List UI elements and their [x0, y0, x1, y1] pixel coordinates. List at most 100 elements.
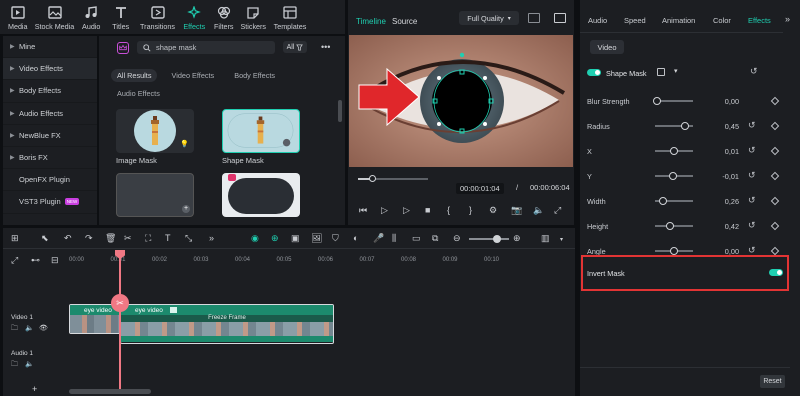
- timeline-grid-icon[interactable]: ▥: [541, 233, 550, 244]
- sidebar-item-newblue-fx[interactable]: ▶ NewBlue FX: [3, 125, 97, 147]
- video-clip-2[interactable]: eye video Freeze Frame: [120, 304, 334, 344]
- keyframe-diamond-icon[interactable]: [770, 221, 780, 231]
- keyframe-diamond-icon[interactable]: [770, 121, 780, 131]
- snapshot-image-icon[interactable]: [554, 13, 566, 23]
- library-scrollbar[interactable]: [338, 100, 342, 122]
- link-icon[interactable]: ⊷: [31, 255, 40, 266]
- sidebar-item-boris-fx[interactable]: ▶ Boris FX: [3, 147, 97, 170]
- sidebar-item-video-effects[interactable]: ▶ Video Effects: [3, 58, 97, 81]
- tab-stock-media[interactable]: Stock Media: [33, 6, 77, 31]
- camera-icon[interactable]: 📷: [511, 205, 522, 216]
- select-tool-icon[interactable]: ⬉: [41, 233, 49, 244]
- prop-tab-animation[interactable]: Animation: [662, 16, 695, 25]
- expand-icon[interactable]: »: [785, 14, 790, 24]
- slider-knob[interactable]: [658, 197, 667, 205]
- color-icon[interactable]: ◐: [353, 233, 358, 243]
- invert-mask-toggle[interactable]: [769, 269, 783, 276]
- subtab-video[interactable]: Video: [590, 40, 624, 54]
- play-reverse-icon[interactable]: ▷: [381, 205, 388, 216]
- param-value[interactable]: 0,45: [699, 122, 739, 131]
- settings-icon[interactable]: ⚙: [489, 205, 497, 216]
- audio-mixer-icon[interactable]: ⫼: [392, 233, 396, 244]
- folder-icon[interactable]: 🗀: [11, 324, 18, 335]
- tab-source[interactable]: Source: [392, 17, 417, 26]
- prop-tab-audio[interactable]: Audio: [588, 16, 607, 25]
- screen-icon[interactable]: ▭: [412, 233, 421, 244]
- param-slider[interactable]: [655, 172, 693, 180]
- param-slider[interactable]: [655, 197, 693, 205]
- sidebar-item-vst3-plugin[interactable]: VST3 Plugin NEW: [3, 191, 97, 214]
- folder-icon[interactable]: 🗀: [11, 360, 18, 371]
- slider-knob[interactable]: [670, 247, 678, 255]
- picture-in-picture-icon[interactable]: ⧉: [432, 233, 438, 244]
- reset-param-icon[interactable]: ↺: [748, 195, 756, 206]
- mask-preset-icon[interactable]: [657, 68, 665, 76]
- keyframe-diamond-icon[interactable]: [770, 96, 780, 106]
- reset-param-icon[interactable]: ↺: [748, 145, 756, 156]
- fullscreen-icon[interactable]: ⤢: [554, 205, 561, 216]
- eye-icon[interactable]: 👁: [39, 324, 48, 332]
- zoom-slider[interactable]: [469, 235, 509, 243]
- keyframe-diamond-icon[interactable]: [770, 171, 780, 181]
- shield-icon[interactable]: ⛉: [332, 233, 339, 244]
- slider-knob[interactable]: [670, 147, 678, 155]
- undo-icon[interactable]: ↶: [64, 233, 72, 244]
- scissors-icon[interactable]: ✂: [111, 294, 129, 312]
- volume-icon[interactable]: 🔈: [533, 205, 544, 216]
- text-tool-icon[interactable]: T: [165, 233, 171, 243]
- split-icon[interactable]: ✂: [124, 233, 132, 244]
- keyframe-diamond-icon[interactable]: [770, 196, 780, 206]
- playhead[interactable]: [119, 252, 121, 389]
- more-tools-icon[interactable]: »: [209, 233, 214, 243]
- tab-stickers[interactable]: Stickers: [239, 6, 269, 31]
- zoom-in-icon[interactable]: ⊕: [513, 233, 521, 244]
- cat-body-effects[interactable]: Body Effects: [228, 69, 281, 82]
- ripple-icon[interactable]: ◉: [251, 233, 259, 244]
- cat-audio-effects[interactable]: Audio Effects: [111, 87, 166, 100]
- param-value[interactable]: 0,26: [699, 197, 739, 206]
- premium-crown-button[interactable]: [117, 42, 129, 54]
- grid-view-icon[interactable]: [528, 13, 540, 23]
- tab-templates[interactable]: Templates: [268, 6, 312, 31]
- add-icon[interactable]: +: [182, 205, 190, 213]
- effect-thumb-3[interactable]: +: [116, 173, 194, 217]
- slider-knob[interactable]: [680, 122, 689, 130]
- param-value[interactable]: 0,42: [699, 222, 739, 231]
- sidebar-item-mine[interactable]: ▶ Mine: [3, 36, 97, 59]
- marker-icon[interactable]: ▣: [291, 233, 300, 244]
- slider-knob[interactable]: [666, 222, 675, 230]
- prev-frame-icon[interactable]: ⏮: [359, 205, 367, 216]
- image-icon[interactable]: 🖼: [311, 233, 322, 244]
- param-slider[interactable]: [652, 97, 693, 105]
- tab-timeline[interactable]: Timeline: [356, 17, 386, 26]
- mark-in-icon[interactable]: {: [447, 205, 450, 215]
- tab-audio[interactable]: Audio: [77, 6, 107, 31]
- play-icon[interactable]: ▷: [403, 205, 410, 216]
- speaker-icon[interactable]: 🔈: [25, 360, 34, 368]
- timeline-ruler[interactable]: 00:00 00:01 00:02 00:03 00:04 00:05 00:06 00:07…: [69, 252, 575, 266]
- tab-transitions[interactable]: Transitions: [136, 6, 180, 31]
- chevron-down-icon[interactable]: ▾: [560, 236, 563, 243]
- layout-icon[interactable]: ⊞: [11, 233, 19, 244]
- param-slider[interactable]: [655, 247, 693, 255]
- reset-param-icon[interactable]: ↺: [748, 120, 756, 131]
- zoom-out-icon[interactable]: ⊖: [453, 233, 461, 244]
- sticky-icon[interactable]: ⊟: [51, 255, 59, 266]
- transform-icon[interactable]: ⤡: [185, 233, 192, 244]
- magnet-icon[interactable]: ⊕: [271, 233, 279, 244]
- slider-knob[interactable]: [652, 97, 661, 105]
- video-preview[interactable]: [349, 35, 573, 167]
- effect-enable-toggle[interactable]: [587, 69, 601, 76]
- sidebar-item-body-effects[interactable]: ▶ Body Effects: [3, 80, 97, 103]
- mark-out-icon[interactable]: }: [469, 205, 472, 215]
- prop-tab-speed[interactable]: Speed: [624, 16, 646, 25]
- reset-param-icon[interactable]: ↺: [748, 220, 756, 231]
- param-value[interactable]: 0,01: [699, 147, 739, 156]
- keyframe-diamond-icon[interactable]: [770, 246, 780, 256]
- playback-progress[interactable]: [358, 175, 428, 182]
- keyframe-diamond-icon[interactable]: [770, 146, 780, 156]
- param-slider[interactable]: [655, 147, 693, 155]
- stop-icon[interactable]: ■: [425, 205, 430, 215]
- add-track-icon[interactable]: ⤢: [11, 255, 18, 266]
- delete-icon[interactable]: 🗑: [105, 233, 116, 244]
